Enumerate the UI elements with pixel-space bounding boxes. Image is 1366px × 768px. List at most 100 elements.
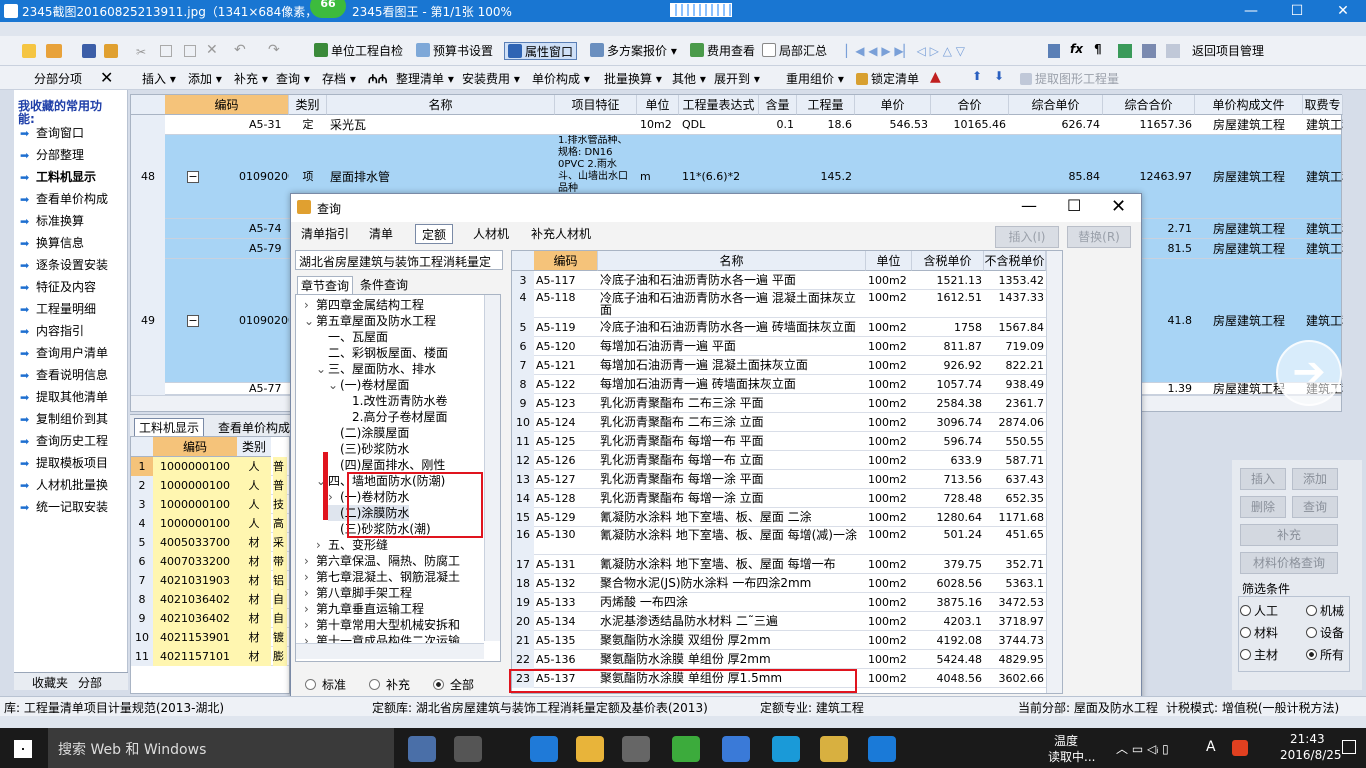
calculator-icon[interactable] xyxy=(1048,44,1060,58)
maximize-button[interactable]: ☐ xyxy=(1274,0,1320,22)
app-spiral-icon[interactable] xyxy=(454,736,482,762)
binoculars-icon[interactable]: ₼₼ xyxy=(368,70,387,87)
sidebar-item[interactable]: ➡ 换算信息 xyxy=(20,234,84,254)
table-row[interactable]: 9 A5-123 乳化沥青聚酯布 二布三涂 平面 100m2 2584.38 2361.7 xyxy=(512,394,1062,413)
table-row[interactable]: 12 A5-126 乳化沥青聚酯布 每增一布 立面 100m2 633.9 587.71 xyxy=(512,451,1062,470)
tree-node[interactable]: 2.高分子卷材屋面 xyxy=(340,409,447,425)
tree-node[interactable]: ⌄ 三、屋面防水、排水 xyxy=(316,361,436,377)
tree-node[interactable]: › 第九章垂直运输工程 xyxy=(304,601,424,617)
column-header[interactable]: 单位 xyxy=(637,95,679,115)
task-view-icon[interactable] xyxy=(408,736,436,762)
batch-convert-menu[interactable]: 批量换算 ▾ xyxy=(604,70,662,87)
tab-list[interactable]: 清单 xyxy=(363,224,399,244)
reuse-price-menu[interactable]: 重用组价 ▾ xyxy=(786,70,844,87)
panel-insert-button[interactable]: 插入 xyxy=(1240,468,1286,490)
budget-settings-button[interactable]: 预算书设置 xyxy=(416,42,493,60)
column-header[interactable]: 类别 xyxy=(237,437,271,457)
tree-node[interactable]: ⌄ 第五章屋面及防水工程 xyxy=(304,313,436,329)
sidebar-item[interactable]: ➡ 逐条设置安装 xyxy=(20,256,108,276)
tray-s-icon[interactable] xyxy=(1232,740,1248,756)
table-row[interactable]: 18 A5-132 聚合物水泥(JS)防水涂料 一布四涂2mm 100m2 6028.5… xyxy=(512,574,1062,593)
column-header[interactable]: 项目特征 xyxy=(555,95,637,115)
table-row[interactable]: 8 A5-122 每增加石油沥青一遍 砖墙面抹灰立面 100m2 1057.74 938.… xyxy=(512,375,1062,394)
browser-green-icon[interactable] xyxy=(672,736,700,762)
delete-icon[interactable]: ✕ xyxy=(206,42,218,58)
self-check-button[interactable]: 单位工程自检 xyxy=(314,42,403,60)
tree-node[interactable]: › 第六章保温、隔热、防腐工 xyxy=(304,553,460,569)
paste-icon[interactable] xyxy=(184,45,196,57)
sidebar-item[interactable]: ➡ 特征及内容 xyxy=(20,278,96,298)
table-row[interactable]: 10 A5-124 乳化沥青聚酯布 二布三涂 立面 100m2 3096.74 2874.… xyxy=(512,413,1062,432)
tab-labor-material-machine[interactable]: 人材机 xyxy=(467,224,515,244)
install-fee-menu[interactable]: 安装费用 ▾ xyxy=(462,70,520,87)
dialog-close[interactable]: ✕ xyxy=(1111,196,1126,217)
undo-icon[interactable]: ↶ xyxy=(234,42,246,58)
sidebar-item[interactable]: ➡ 查看说明信息 xyxy=(20,366,108,386)
scope-radio[interactable]: 标准 xyxy=(305,676,346,693)
sidebar-item[interactable]: ➡ 工程量明细 xyxy=(20,300,96,320)
open-icon[interactable] xyxy=(46,44,62,58)
tree-node[interactable]: 一、瓦屋面 xyxy=(316,329,388,345)
table-row[interactable]: 10 4021153901 材镀 xyxy=(131,628,289,647)
dialog-insert-button[interactable]: 插入(I) xyxy=(995,226,1059,248)
table-row[interactable]: 21 A5-135 聚氨酯防水涂膜 双组份 厚2mm 100m2 4192.08 3744… xyxy=(512,631,1062,650)
tree-node[interactable]: (四)屋面排水、刚性 xyxy=(328,457,445,473)
scope-radio[interactable]: 全部 xyxy=(433,676,474,693)
collapse-icon[interactable]: − xyxy=(187,315,199,327)
plus-app-icon[interactable] xyxy=(772,736,800,762)
sidebar-item[interactable]: ➡ 查询用户清单 xyxy=(20,344,108,364)
archive-menu[interactable]: 存档 ▾ xyxy=(322,70,356,87)
return-project-button[interactable]: 返回项目管理 xyxy=(1192,42,1264,60)
sidebar-item[interactable]: ➡ 复制组价到其 xyxy=(20,410,108,430)
tree-node[interactable]: (二)涂膜屋面 xyxy=(328,425,409,441)
edge-browser-icon[interactable] xyxy=(530,736,558,762)
table-row[interactable]: 5 A5-119 冷底子油和石油沥青防水各一遍 砖墙面抹灰立面 100m2 1758 15… xyxy=(512,318,1062,337)
table-row[interactable]: 1 1000000100 人普 xyxy=(131,457,289,476)
sidebar-item[interactable]: ➡ 人材机批量换 xyxy=(20,476,108,496)
table-row[interactable]: 11 A5-125 乳化沥青聚酯布 每增一布 平面 100m2 596.74 550.55 xyxy=(512,432,1062,451)
column-header[interactable]: 综合单价 xyxy=(1009,95,1103,115)
input-lang[interactable]: A xyxy=(1206,739,1216,755)
organize-list-menu[interactable]: 整理清单 ▾ xyxy=(396,70,454,87)
table-row[interactable]: 15 A5-129 氰凝防水涂料 地下室墙、板、屋面 二涂 100m2 1280.64 1… xyxy=(512,508,1062,527)
tree-node[interactable]: 1.改性沥青防水卷 xyxy=(340,393,447,409)
next-image-arrow[interactable]: ➔ xyxy=(1276,340,1342,406)
formula-icon[interactable]: fx xyxy=(1070,42,1083,56)
column-header[interactable]: 工程量 xyxy=(797,95,855,115)
column-header[interactable]: 合价 xyxy=(931,95,1009,115)
export-icon[interactable] xyxy=(104,44,118,58)
tab-list-guide[interactable]: 清单指引 xyxy=(295,224,355,244)
tree-node[interactable]: › 第十章常用大型机械安拆和 xyxy=(304,617,460,633)
tab-chapter-query[interactable]: 章节查询 xyxy=(297,276,354,295)
table-row[interactable]: 20 A5-134 水泥基渗透结晶防水材料 二˜三遍 100m2 4203.1 3718.… xyxy=(512,612,1062,631)
table-row[interactable]: 13 A5-127 乳化沥青聚酯布 每增一涂 平面 100m2 713.56 637.43 xyxy=(512,470,1062,489)
partial-summary-button[interactable]: 局部汇总 xyxy=(762,42,827,60)
sidebar-item[interactable]: ➡ 工料机显示 xyxy=(20,168,96,188)
windows-start-icon[interactable] xyxy=(14,740,32,758)
table-row[interactable]: 7 4021031903 材铝 xyxy=(131,571,289,590)
query-menu[interactable]: 查询 ▾ xyxy=(276,70,310,87)
table-row[interactable]: A5-31 定 采光瓦 10m2 QDL 0.1 18.6 546.53 10165.46 626… xyxy=(131,115,1343,135)
column-header[interactable]: 含税单价 xyxy=(912,251,984,271)
collapse-icon[interactable]: − xyxy=(187,171,199,183)
filter-radio[interactable]: 所有 xyxy=(1306,646,1344,663)
tree-node[interactable]: › 五、变形缝 xyxy=(316,537,388,553)
tab-division-short[interactable]: 分部 xyxy=(78,674,102,691)
sidebar-item[interactable]: ➡ 查询窗口 xyxy=(20,124,84,144)
nav-icons[interactable]: ▏◀ ◀ ▶ ▶▏ ◁ ▷ △ ▽ xyxy=(846,44,965,58)
table-row[interactable]: 7 A5-121 每增加石油沥青一遍 混凝土面抹灰立面 100m2 926.92 822.… xyxy=(512,356,1062,375)
filter-radio[interactable]: 机械 xyxy=(1306,602,1344,619)
filter-radio[interactable]: 设备 xyxy=(1306,624,1344,641)
up-arrow-icon[interactable]: ⬆ xyxy=(972,69,982,83)
multi-plan-quote-button[interactable]: 多方案报价 ▾ xyxy=(590,42,677,60)
column-header[interactable]: 单价构成文件 xyxy=(1195,95,1303,115)
panel-supplement-button[interactable]: 补充 xyxy=(1240,524,1338,546)
dialog-replace-button[interactable]: 替换(R) xyxy=(1067,226,1131,248)
property-window-button[interactable]: 属性窗口 xyxy=(504,42,578,60)
sidebar-item[interactable]: ➡ 查询历史工程 xyxy=(20,432,108,452)
tree-node[interactable]: › 第四章金属结构工程 xyxy=(304,297,424,313)
tree-node[interactable]: › 第八章脚手架工程 xyxy=(304,585,412,601)
sidebar-item[interactable]: ➡ 查看单价构成 xyxy=(20,190,108,210)
table-row[interactable]: 4 1000000100 人高 xyxy=(131,514,289,533)
g-app-icon[interactable] xyxy=(868,736,896,762)
